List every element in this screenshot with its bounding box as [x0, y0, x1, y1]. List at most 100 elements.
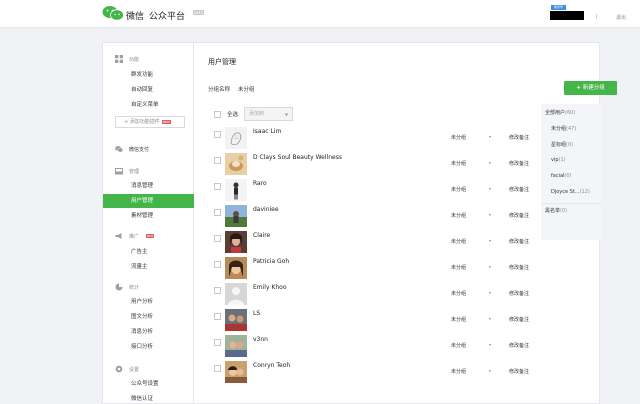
chevron-down-icon[interactable]: ▾	[489, 342, 491, 347]
chevron-down-icon[interactable]: ▾	[489, 264, 491, 269]
user-checkbox[interactable]	[214, 235, 221, 242]
chevron-down-icon[interactable]: ▾	[489, 134, 491, 139]
user-avatar[interactable]	[225, 335, 247, 357]
edit-remark-button[interactable]: 修改备注	[509, 264, 529, 271]
edit-remark-button[interactable]: 修改备注	[509, 160, 529, 167]
chevron-down-icon[interactable]: ▾	[489, 368, 491, 373]
sidebar-item-verification[interactable]: 微信认证	[103, 392, 194, 404]
sidebar-item-mass-send[interactable]: 群发功能	[103, 68, 194, 82]
select-all-label[interactable]: 全选	[227, 110, 238, 118]
brand-name[interactable]: 微信	[126, 9, 144, 22]
sidebar-item-messages[interactable]: 消息管理	[103, 179, 194, 193]
user-name[interactable]: Raro	[253, 180, 267, 187]
account-name-redacted[interactable]	[550, 11, 584, 20]
sidebar-section-statistics: 统计	[115, 283, 139, 291]
sidebar-item-api-analysis[interactable]: 接口分析	[103, 340, 194, 354]
sidebar-item-materials[interactable]: 素材管理	[103, 209, 194, 223]
sidebar-section-label: 推广	[129, 233, 140, 240]
user-avatar[interactable]	[225, 309, 247, 331]
logout-link[interactable]: 退出	[616, 14, 626, 21]
sidebar-item-account-settings[interactable]: 公众号设置	[103, 377, 194, 391]
user-group-select[interactable]: 未分组	[451, 186, 466, 193]
user-name[interactable]: LS	[253, 310, 260, 317]
user-avatar[interactable]	[225, 153, 247, 175]
user-checkbox[interactable]	[214, 157, 221, 164]
user-avatar[interactable]	[225, 231, 247, 253]
new-group-button[interactable]: + 新建分组	[564, 81, 617, 95]
chevron-down-icon[interactable]: ▾	[489, 186, 491, 191]
edit-remark-button[interactable]: 修改备注	[509, 186, 529, 193]
user-name[interactable]: Claire	[253, 232, 270, 239]
chevron-down-icon: ▼	[284, 112, 289, 117]
user-group-select[interactable]: 未分组	[451, 264, 466, 271]
sidebar-item-article-analysis[interactable]: 图文分析	[103, 310, 194, 324]
user-avatar[interactable]	[225, 283, 247, 305]
add-to-group-select[interactable]: 添加到 ▼	[244, 107, 294, 121]
user-group-select[interactable]: 未分组	[451, 342, 466, 349]
user-avatar[interactable]	[225, 361, 247, 383]
sidebar-section-settings: 设置	[115, 365, 139, 373]
user-group-select[interactable]: 未分组	[451, 212, 466, 219]
user-checkbox[interactable]	[214, 261, 221, 268]
group-item[interactable]: facial(0)	[551, 173, 572, 179]
sidebar-item-advertiser[interactable]: 广告主	[103, 245, 194, 259]
group-item[interactable]: vip(1)	[551, 157, 566, 163]
user-checkbox[interactable]	[214, 287, 221, 294]
user-group-select[interactable]: 未分组	[451, 290, 466, 297]
user-checkbox[interactable]	[214, 209, 221, 216]
user-checkbox[interactable]	[214, 339, 221, 346]
user-name[interactable]: Isaac Lim	[253, 128, 281, 135]
user-avatar[interactable]	[225, 127, 247, 149]
chevron-down-icon[interactable]: ▾	[489, 238, 491, 243]
sidebar-item-user-analysis[interactable]: 用户分析	[103, 295, 194, 309]
sidebar-item-custom-menu[interactable]: 自定义菜单	[103, 98, 194, 112]
group-item-blacklist[interactable]: 黑名单(0)	[545, 207, 567, 214]
user-checkbox[interactable]	[214, 131, 221, 138]
group-item[interactable]: 星标组(0)	[551, 141, 573, 148]
sidebar-item-publisher[interactable]: 流量主	[103, 260, 194, 274]
chevron-down-icon[interactable]: ▾	[489, 212, 491, 217]
chevron-down-icon[interactable]: ▾	[489, 160, 491, 165]
user-avatar[interactable]	[225, 205, 247, 227]
user-group-select[interactable]: 未分组	[451, 160, 466, 167]
edit-remark-button[interactable]: 修改备注	[509, 342, 529, 349]
user-avatar[interactable]	[225, 179, 247, 201]
sidebar-item-wechat-pay[interactable]: 微信支付	[115, 145, 149, 153]
group-item[interactable]: 未分组(47)	[551, 125, 576, 132]
select-all-checkbox[interactable]	[214, 110, 221, 118]
user-group-select[interactable]: 未分组	[451, 238, 466, 245]
sidebar-item-users[interactable]: 用户管理	[103, 194, 194, 208]
user-checkbox[interactable]	[214, 313, 221, 320]
edit-remark-button[interactable]: 修改备注	[509, 238, 529, 245]
edit-remark-button[interactable]: 修改备注	[509, 212, 529, 219]
user-group-select[interactable]: 未分组	[451, 134, 466, 141]
sidebar-item-message-analysis[interactable]: 消息分析	[103, 325, 194, 339]
user-name[interactable]: Emily Khoo	[253, 284, 287, 291]
user-name[interactable]: daviniee	[253, 206, 279, 213]
chevron-down-icon[interactable]: ▾	[489, 290, 491, 295]
edit-remark-button[interactable]: 修改备注	[509, 316, 529, 323]
user-name[interactable]: D Clays Soul Beauty Wellness	[253, 154, 342, 161]
chevron-down-icon[interactable]: ▾	[489, 316, 491, 321]
wechat-logo-icon[interactable]	[102, 5, 124, 21]
edit-remark-button[interactable]: 修改备注	[509, 134, 529, 141]
user-name[interactable]: Patricia Goh	[253, 258, 289, 265]
new-badge: NEW	[161, 120, 171, 124]
edit-remark-button[interactable]: 修改备注	[509, 290, 529, 297]
user-group-select[interactable]: 未分组	[451, 316, 466, 323]
megaphone-icon	[115, 232, 123, 240]
sidebar-item-auto-reply[interactable]: 自动回复	[103, 83, 194, 97]
add-plugin-button[interactable]: + 添加功能插件 NEW	[115, 116, 185, 128]
user-name[interactable]: v3nn	[253, 336, 268, 343]
group-item[interactable]: Djoyce St...(12)	[551, 189, 590, 195]
user-avatar[interactable]	[225, 257, 247, 279]
user-name[interactable]: Conryn Teoh	[253, 362, 290, 369]
user-checkbox[interactable]	[214, 365, 221, 372]
group-item-all[interactable]: 全部用户(60)	[545, 109, 575, 116]
user-checkbox[interactable]	[214, 183, 221, 190]
divider	[541, 203, 601, 204]
user-row: Patricia Goh 未分组 ▾ 修改备注	[214, 257, 534, 283]
group-name-label: 分组名称	[208, 87, 231, 93]
user-group-select[interactable]: 未分组	[451, 368, 466, 375]
edit-remark-button[interactable]: 修改备注	[509, 368, 529, 375]
